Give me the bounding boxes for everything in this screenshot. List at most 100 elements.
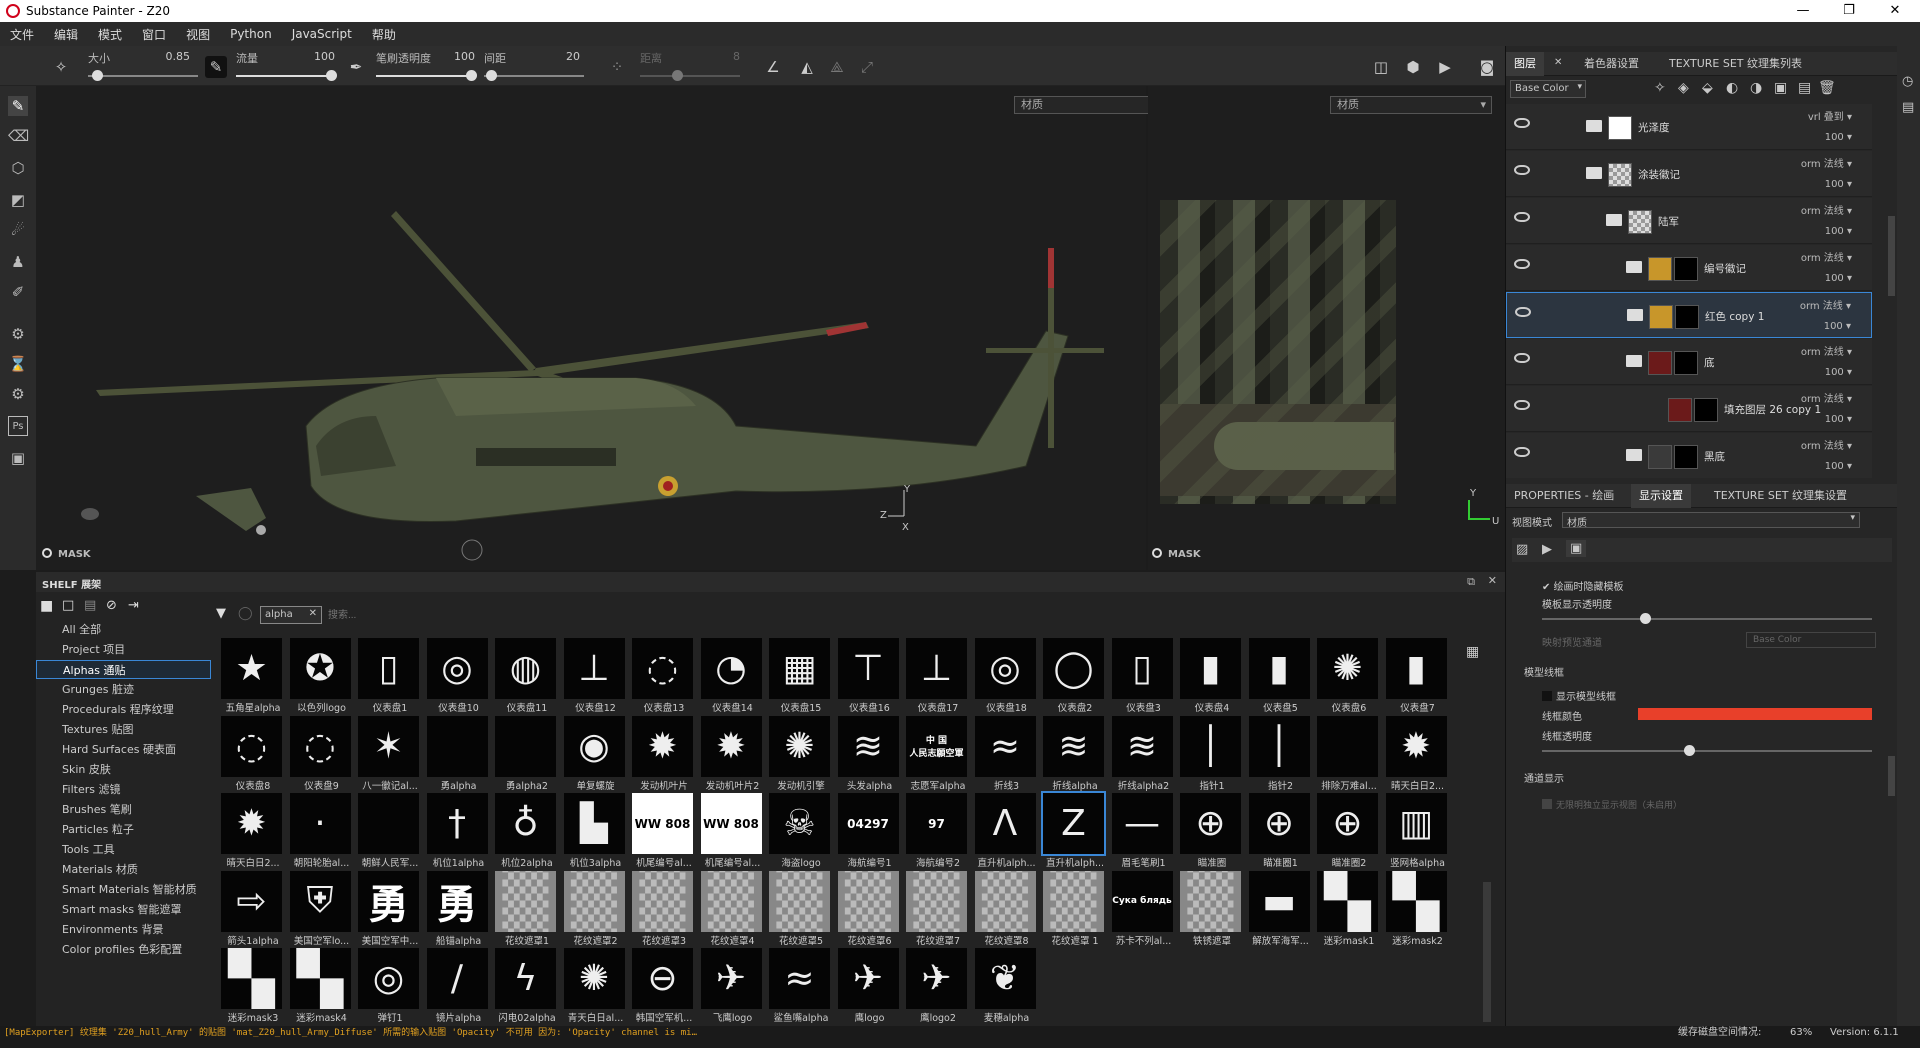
shelf-thumbnail[interactable]: ☠ 海盗logo: [769, 793, 837, 870]
hide-on-paint-checkbox[interactable]: ✔ 绘画时隐藏模板: [1542, 578, 1624, 593]
2d-viewport[interactable]: 材质 ▾ Y U MASK: [1148, 86, 1505, 570]
cube-icon[interactable]: ⬢: [1402, 56, 1424, 78]
eye-icon[interactable]: [1514, 447, 1530, 457]
layer-mask-thumbnail[interactable]: [1674, 445, 1698, 469]
maximize-button[interactable]: ❐: [1826, 0, 1872, 22]
mask-toggle-3d[interactable]: MASK: [42, 548, 91, 560]
shelf-thumbnail[interactable]: ◯ 仪表盘2: [1043, 638, 1111, 715]
shelf-thumbnail[interactable]: ◎ 仪表盘10: [426, 638, 495, 715]
shelf-thumbnail[interactable]: ✹ 发动机叶片2: [700, 715, 769, 793]
shelf-thumbnail[interactable]: ◎ 弹钉1: [358, 948, 426, 1025]
shelf-thumbnail[interactable]: ▬ 解放军海军...: [1248, 870, 1317, 948]
split-view-icon[interactable]: ◫: [1370, 56, 1392, 78]
shelf-thumbnail[interactable]: ▒ 花纹遮罩7: [906, 870, 974, 948]
size-slider-handle[interactable]: [92, 70, 103, 81]
clone-stamp-icon[interactable]: ♟: [8, 252, 28, 272]
jitter-slider-handle[interactable]: [672, 70, 683, 81]
eye-icon[interactable]: [1514, 118, 1530, 128]
eye-icon[interactable]: [1514, 212, 1530, 222]
layer-blend-mode[interactable]: orm 法线 ▾: [1801, 343, 1852, 358]
shelf-thumbnail[interactable]: — 眉毛笔刷1: [1111, 793, 1180, 870]
layers-scrollbar[interactable]: [1888, 216, 1895, 296]
category-brushes[interactable]: Brushes 笔刷: [36, 800, 211, 819]
shelf-thumbnail[interactable]: Z 直升机alph...: [1041, 791, 1111, 870]
shelf-thumbnail[interactable]: ▮ 仪表盘7: [1385, 638, 1454, 715]
shelf-thumbnail[interactable]: ▮ 仪表盘4: [1180, 638, 1248, 715]
spacing-value[interactable]: 20: [550, 50, 580, 63]
shelf-thumbnail[interactable]: ▒ 花纹遮罩8: [974, 870, 1043, 948]
shelf-thumbnail[interactable]: ▒ 花纹遮罩3: [632, 870, 700, 948]
folder-icon[interactable]: ■: [40, 598, 53, 614]
shelf-thumbnail[interactable]: ⊤ 仪表盘16: [837, 638, 906, 715]
add-folder-icon[interactable]: ▣: [1774, 80, 1787, 96]
shelf-thumbnail[interactable]: ≈ 鲨鱼嘴alpha: [769, 948, 837, 1025]
tab-texture-set-list[interactable]: TEXTURE SET 纹理集列表: [1661, 52, 1810, 76]
remove-tag-icon[interactable]: ✕: [309, 608, 317, 619]
jitter-slider[interactable]: [640, 75, 740, 77]
shelf-thumbnail[interactable]: ✺ 发动机引擎: [769, 715, 837, 793]
layer-row[interactable]: 编号徽记 orm 法线 ▾ 100 ▾: [1506, 245, 1872, 291]
shelf-thumbnail[interactable]: ▒ 花纹遮罩 1: [1043, 870, 1111, 948]
layer-opacity[interactable]: 100 ▾: [1825, 132, 1852, 143]
menu-window[interactable]: 窗口: [132, 26, 176, 43]
filter-clear-icon[interactable]: ◯: [238, 606, 253, 621]
category-skin[interactable]: Skin 皮肤: [36, 760, 211, 779]
shelf-thumbnail[interactable]: 97 海航编号2: [906, 793, 974, 870]
spacing-slider[interactable]: [484, 75, 584, 77]
shelf-thumbnail[interactable]: ✶ 八一徽记al...: [358, 715, 426, 793]
shelf-thumbnail[interactable]: 勇alpha: [426, 715, 495, 793]
wire-opacity-handle[interactable]: [1684, 745, 1695, 756]
layer-opacity[interactable]: 100 ▾: [1825, 367, 1852, 378]
menu-javascript[interactable]: JavaScript: [282, 27, 362, 41]
shelf-thumbnail[interactable]: Λ 直升机alph...: [974, 793, 1043, 870]
category-project[interactable]: Project 项目: [36, 640, 211, 659]
menu-view[interactable]: 视图: [176, 26, 220, 43]
smart-material-icon[interactable]: ⬙: [1702, 80, 1713, 96]
bake-icon[interactable]: ⚙: [8, 324, 28, 344]
channel-select[interactable]: Base Color ▾: [1510, 80, 1586, 98]
shelf-close-icon[interactable]: ✕: [1488, 574, 1497, 587]
shelf-thumbnail[interactable]: ❦ 麦穗alpha: [974, 948, 1043, 1025]
shelf-thumbnail[interactable]: ▚ 迷彩mask2: [1385, 870, 1454, 948]
category-smart-materials[interactable]: Smart Materials 智能材质: [36, 880, 211, 899]
shelf-thumbnail[interactable]: ◌ 仪表盘8: [221, 715, 289, 793]
shelf-thumbnail[interactable]: ▒ 花纹遮罩5: [769, 870, 837, 948]
shelf-thumbnail[interactable]: ⊕ 瞄准圈1: [1248, 793, 1317, 870]
folder-icon[interactable]: [1626, 261, 1642, 273]
category-hard-surfaces[interactable]: Hard Surfaces 硬表面: [36, 740, 211, 759]
layer-mask-thumbnail[interactable]: [1674, 257, 1698, 281]
tab-display-settings[interactable]: 显示设置: [1631, 484, 1691, 508]
category-alphas[interactable]: Alphas 通贴: [36, 660, 211, 679]
tab-properties[interactable]: PROPERTIES - 绘画: [1506, 484, 1622, 508]
viewport-2d-material-select[interactable]: 材质 ▾: [1330, 96, 1492, 114]
shelf-thumbnail[interactable]: ✺ 仪表盘6: [1317, 638, 1385, 715]
add-layer-icon[interactable]: ▤: [1798, 80, 1811, 96]
size-slider[interactable]: [88, 75, 198, 77]
layer-mask-thumbnail[interactable]: [1675, 305, 1699, 329]
image-icon[interactable]: ▨: [1516, 542, 1528, 557]
spacing-slider-handle[interactable]: [486, 70, 497, 81]
mask-toggle-2d[interactable]: MASK: [1152, 548, 1201, 560]
flow-slider[interactable]: [236, 75, 336, 77]
flow-value[interactable]: 100: [305, 50, 335, 63]
flow-slider-handle[interactable]: [326, 70, 337, 81]
eraser-icon[interactable]: ⌫: [8, 126, 29, 146]
layer-row[interactable]: 涂装徽记 orm 法线 ▾ 100 ▾: [1506, 151, 1872, 197]
shelf-thumbnail[interactable]: 勇alpha2: [495, 715, 563, 793]
save-icon[interactable]: ▤: [84, 598, 96, 613]
opacity-slider-handle[interactable]: [466, 70, 477, 81]
projection-icon[interactable]: ⬡: [8, 158, 28, 178]
shelf-thumbnail[interactable]: ▥ 竖网格alpha: [1385, 793, 1454, 870]
shelf-thumbnail[interactable]: ◍ 仪表盘11: [495, 638, 563, 715]
pen-icon[interactable]: ✒: [345, 56, 367, 78]
properties-scrollbar[interactable]: [1888, 756, 1895, 796]
shelf-thumbnail[interactable]: 勇船锚alpha: [426, 870, 495, 948]
hide-icon[interactable]: ⊘: [106, 598, 117, 613]
brush-pressure-icon[interactable]: ✎: [205, 56, 227, 78]
shelf-thumbnail[interactable]: ◌ 仪表盘9: [289, 715, 358, 793]
shelf-thumbnail[interactable]: 朝鲜人民军...: [358, 793, 426, 870]
layer-row[interactable]: 红色 copy 1 orm 法线 ▾ 100 ▾: [1506, 292, 1872, 338]
shelf-thumbnail[interactable]: ▚ 迷彩mask4: [289, 948, 358, 1025]
shelf-thumbnail[interactable]: ⇨ 箭头1alpha: [221, 870, 289, 948]
eye-icon[interactable]: [1514, 165, 1530, 175]
